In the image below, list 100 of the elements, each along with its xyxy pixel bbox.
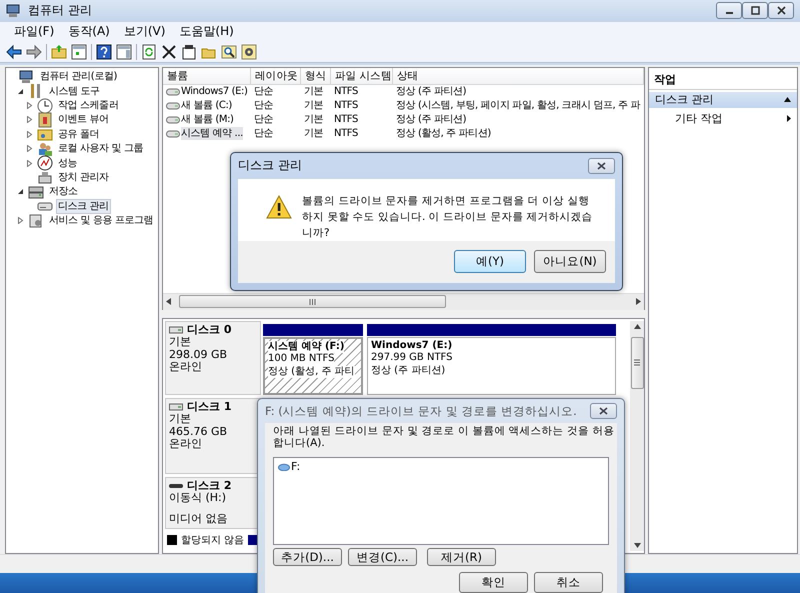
drive-icon xyxy=(278,462,290,470)
table-cell-text: NTFS xyxy=(333,99,359,112)
expander-icon[interactable] xyxy=(17,188,24,196)
tree-item[interactable]: 작업 스케줄러 xyxy=(56,98,120,114)
tree-item[interactable]: 성능 xyxy=(56,156,80,171)
table-cell-text: NTFS xyxy=(333,85,359,98)
table-cell: Windows7 (E:) xyxy=(181,85,248,98)
partition-status: 정상 (주 파티션) xyxy=(371,364,446,378)
tree-item[interactable]: 서비스 및 응용 프로그램 xyxy=(47,213,156,228)
expander-icon[interactable] xyxy=(17,88,24,95)
window-title: 컴퓨터 관리 xyxy=(28,2,92,20)
column-header[interactable]: 레이아웃 xyxy=(251,68,301,84)
vertical-scrollbar[interactable] xyxy=(630,320,644,552)
tree-item[interactable]: 로컬 사용자 및 그룹 xyxy=(56,141,146,156)
tree-item[interactable]: 이벤트 뷰어 xyxy=(56,112,111,128)
scroll-right-icon xyxy=(636,298,641,306)
close-button[interactable] xyxy=(768,2,794,20)
close-icon xyxy=(597,162,606,170)
disk-size: 298.09 GB xyxy=(169,348,228,362)
disk-status: 온라인 xyxy=(169,438,203,451)
table-cell-text: 기본 xyxy=(303,85,324,98)
disk-name: 디스크 2 xyxy=(187,480,232,492)
partition-block[interactable]: Windows7 (E:) 297.99 GB NTFS 정상 (주 파티션) xyxy=(367,336,616,395)
tree-pane-icon[interactable] xyxy=(71,44,87,60)
computer-icon xyxy=(6,2,22,19)
close-icon xyxy=(599,407,608,415)
partition-name: Windows7 (E:) xyxy=(371,340,452,352)
menu-item[interactable]: 보기(V) xyxy=(118,22,172,42)
partition-status: 정상 (활성, 주 파티 xyxy=(268,366,355,378)
table-cell-text: 단순 xyxy=(253,85,274,98)
disk-status: 미디어 없음 xyxy=(169,513,228,526)
list-item[interactable]: F: xyxy=(291,460,300,473)
menu-item[interactable]: 도움말(H) xyxy=(173,22,240,42)
drive-icon xyxy=(166,130,180,138)
scroll-up-icon xyxy=(634,324,640,329)
dialog-button[interactable]: 변경(C)... xyxy=(348,548,417,566)
grip-icon xyxy=(309,298,316,305)
disk-type: 기본 xyxy=(169,413,192,426)
refresh-icon[interactable] xyxy=(141,44,157,60)
magnifier-icon[interactable] xyxy=(221,44,237,60)
action-section-header[interactable]: 디스크 관리 xyxy=(649,92,797,108)
partition-block[interactable]: 시스템 예약 (F:) 100 MB NTFS 정상 (활성, 주 파티 xyxy=(263,336,363,395)
services-icon xyxy=(28,212,44,229)
warning-icon xyxy=(266,194,292,219)
gauge-icon xyxy=(37,155,53,172)
table-cell-text: 단순 xyxy=(253,99,274,112)
close-button[interactable] xyxy=(590,403,617,419)
tree-item[interactable]: 장치 관리자 xyxy=(56,170,111,185)
panel-icon[interactable] xyxy=(116,44,132,60)
delete-icon[interactable] xyxy=(161,44,177,60)
tree-item[interactable]: 공유 폴더 xyxy=(56,126,102,142)
tree-item[interactable]: 디스크 관리 xyxy=(56,198,111,214)
back-arrow-icon[interactable] xyxy=(6,44,22,60)
disk-type: 이동식 (H:) xyxy=(169,492,228,505)
column-header[interactable]: 파일 시스템 xyxy=(331,68,393,84)
table-cell-text: NTFS xyxy=(333,113,359,126)
table-cell-text: NTFS xyxy=(333,127,359,140)
minimize-button[interactable] xyxy=(716,2,742,20)
disk-name: 디스크 1 xyxy=(187,400,232,414)
disk-name: 디스크 0 xyxy=(187,324,232,336)
horizontal-scrollbar[interactable] xyxy=(163,292,644,310)
table-cell-text: 기본 xyxy=(303,113,324,126)
tree-item[interactable]: 컴퓨터 관리(로컬) xyxy=(38,69,119,84)
clock-icon xyxy=(37,98,53,114)
partition-size: 100 MB NTFS xyxy=(268,353,334,366)
tree-item[interactable]: 시스템 도구 xyxy=(47,84,102,99)
dialog-button[interactable]: 추가(D)... xyxy=(273,548,342,566)
menu-item[interactable]: 파일(F) xyxy=(8,22,60,42)
table-cell: 새 볼륨 (M:) xyxy=(181,113,234,126)
forward-arrow-icon[interactable] xyxy=(26,44,42,60)
help-icon[interactable] xyxy=(96,44,112,60)
dialog-button[interactable]: 취소 xyxy=(534,572,603,593)
tree-item[interactable]: 저장소 xyxy=(47,184,80,200)
storage-icon xyxy=(28,184,44,200)
column-header[interactable]: 형식 xyxy=(301,68,331,84)
column-header[interactable]: 볼륨 xyxy=(163,68,251,84)
submenu-arrow-icon xyxy=(787,115,791,122)
table-cell-text: 정상 (활성, 주 파티션) xyxy=(395,127,492,140)
dialog-button[interactable]: 제거(R) xyxy=(427,548,496,566)
users-icon xyxy=(37,140,53,157)
gear-icon[interactable] xyxy=(241,44,257,60)
scroll-left-icon xyxy=(166,298,171,306)
log-book-icon xyxy=(37,112,53,128)
table-cell-text: 단순 xyxy=(253,113,274,126)
action-item[interactable]: 기타 작업 xyxy=(649,110,797,127)
dialog-message: 볼륨의 드라이브 문자를 제거하면 프로그램을 더 이상 실행하지 못할 수도 있습니다. 이 드라이브 문자를 제거하시겠습니까? xyxy=(302,194,594,241)
maximize-button[interactable] xyxy=(742,2,768,20)
close-icon xyxy=(776,6,786,16)
drive-icon xyxy=(166,88,180,96)
disk-status: 온라인 xyxy=(169,361,203,374)
menu-item[interactable]: 동작(A) xyxy=(62,22,116,42)
dialog-button[interactable]: 확인 xyxy=(459,572,528,593)
dialog-button[interactable]: 예(Y) xyxy=(454,250,526,274)
dialog-button[interactable]: 아니요(N) xyxy=(534,250,606,274)
folder-up-icon[interactable] xyxy=(51,44,67,60)
scroll-down-icon xyxy=(634,543,640,548)
close-button[interactable] xyxy=(588,158,615,174)
path-list[interactable]: F: xyxy=(273,457,609,545)
column-header[interactable]: 상태 xyxy=(393,68,644,84)
table-cell-text: 단순 xyxy=(253,127,274,140)
